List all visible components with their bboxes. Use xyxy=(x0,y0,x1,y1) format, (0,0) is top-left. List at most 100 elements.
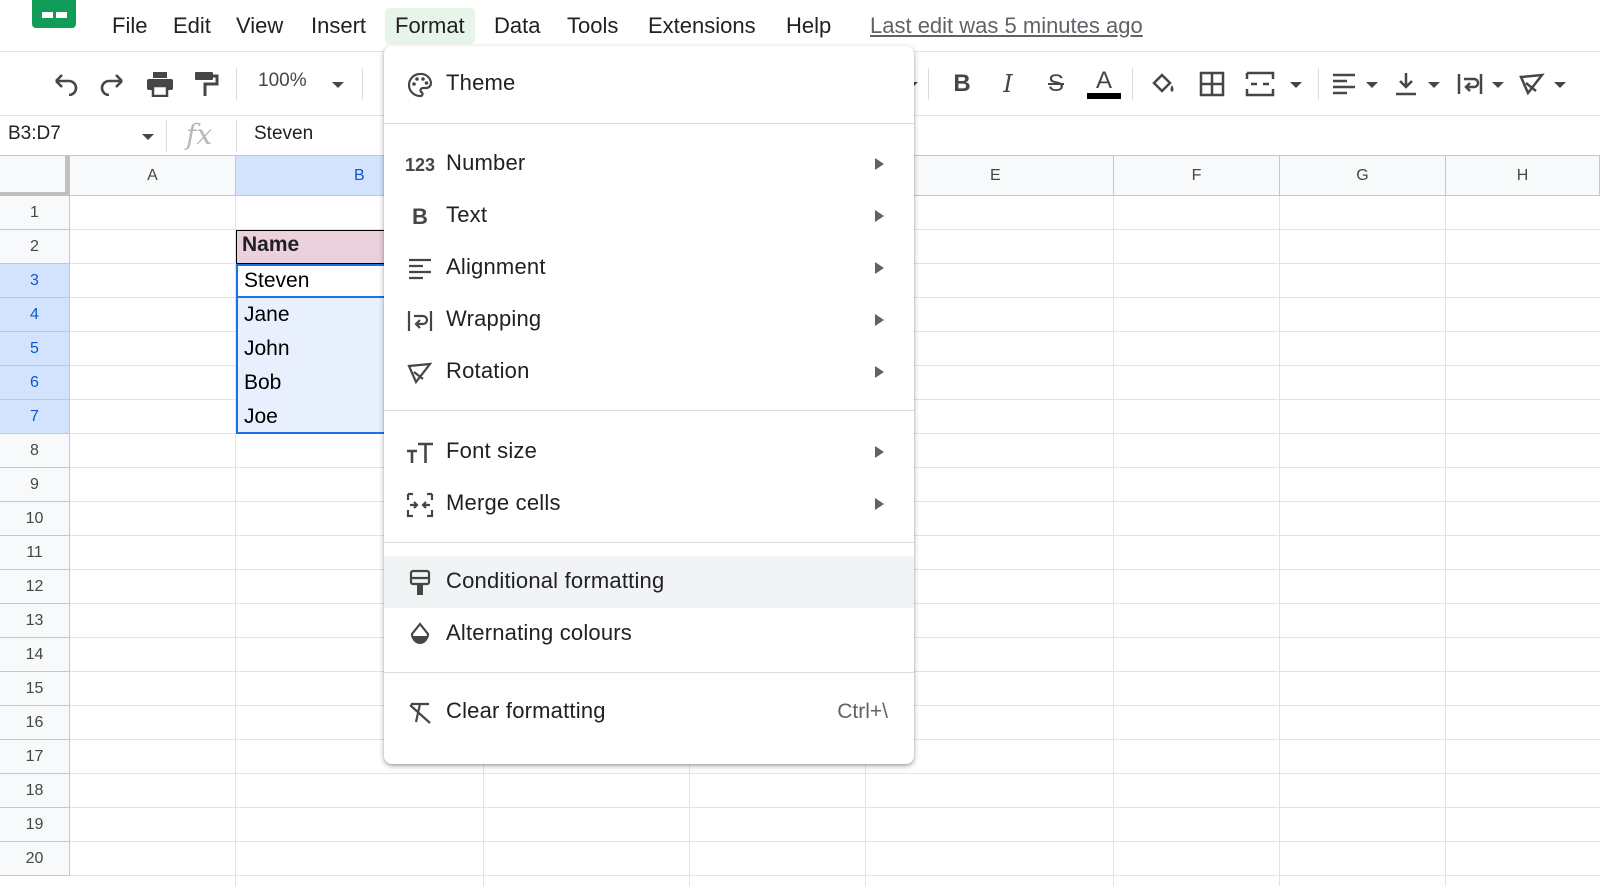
undo-icon[interactable] xyxy=(48,66,84,102)
grid-column-line xyxy=(1445,196,1446,886)
menu-bar: File Edit View Insert Format Data Tools … xyxy=(0,0,1600,52)
menu-view[interactable]: View xyxy=(226,8,293,44)
menu-data[interactable]: Data xyxy=(484,8,550,44)
row-header[interactable]: 16 xyxy=(0,706,70,740)
print-icon[interactable] xyxy=(142,66,178,102)
name-header-cell[interactable]: Name xyxy=(236,230,386,264)
cell-b5[interactable]: John xyxy=(242,332,290,366)
column-header-g[interactable]: G xyxy=(1280,156,1446,196)
row-header[interactable]: 15 xyxy=(0,672,70,706)
last-edit-link[interactable]: Last edit was 5 minutes ago xyxy=(870,8,1143,44)
name-box-caret-icon[interactable] xyxy=(142,134,154,140)
row-header[interactable]: 17 xyxy=(0,740,70,774)
clear-format-icon xyxy=(406,699,434,727)
text-wrapping-icon[interactable] xyxy=(1452,66,1488,102)
menu-item-theme[interactable]: Theme xyxy=(384,58,914,110)
menu-item-alignment[interactable]: Alignment xyxy=(384,242,914,294)
cell-b4[interactable]: Jane xyxy=(242,298,290,332)
paint-roller-icon xyxy=(406,569,434,597)
select-all-corner[interactable] xyxy=(0,156,70,196)
merge-cells-icon[interactable] xyxy=(1242,66,1278,102)
menu-format[interactable]: Format xyxy=(385,8,475,44)
text-color-icon[interactable]: A xyxy=(1086,66,1122,102)
wrap-caret-icon[interactable] xyxy=(1492,82,1504,88)
fill-color-icon[interactable] xyxy=(1146,66,1182,102)
column-header-f[interactable]: F xyxy=(1114,156,1280,196)
menu-file[interactable]: File xyxy=(102,8,157,44)
row-header[interactable]: 6 xyxy=(0,366,70,400)
formula-input[interactable]: Steven xyxy=(254,123,313,145)
row-header[interactable]: 13 xyxy=(0,604,70,638)
menu-extensions[interactable]: Extensions xyxy=(638,8,766,44)
column-header-h[interactable]: H xyxy=(1446,156,1600,196)
row-header[interactable]: 8 xyxy=(0,434,70,468)
bold-b-icon: B xyxy=(412,204,428,229)
palette-icon xyxy=(406,71,434,99)
row-header[interactable]: 5 xyxy=(0,332,70,366)
row-header[interactable]: 1 xyxy=(0,196,70,230)
submenu-arrow-icon xyxy=(875,158,884,170)
menu-edit[interactable]: Edit xyxy=(163,8,221,44)
menu-item-clear-formatting[interactable]: Clear formatting Ctrl+\ xyxy=(384,686,914,738)
wrap-icon xyxy=(406,307,434,335)
clear-formatting-shortcut: Ctrl+\ xyxy=(837,700,888,723)
redo-icon[interactable] xyxy=(94,66,130,102)
row-header[interactable]: 18 xyxy=(0,774,70,808)
font-size-icon xyxy=(406,439,434,467)
column-header-e-label: E xyxy=(990,167,1001,184)
menu-item-alternating-colours[interactable]: Alternating colours xyxy=(384,608,914,660)
menu-label-alignment: Alignment xyxy=(446,254,546,279)
row-header[interactable]: 11 xyxy=(0,536,70,570)
row-header[interactable]: 4 xyxy=(0,298,70,332)
format-menu-dropdown: Theme 123 Number B Text Alignment Wrappi… xyxy=(384,46,914,764)
menu-label-font-size: Font size xyxy=(446,438,538,463)
row-header[interactable]: 20 xyxy=(0,842,70,876)
menu-item-wrapping[interactable]: Wrapping xyxy=(384,294,914,346)
row-header[interactable]: 12 xyxy=(0,570,70,604)
row-header[interactable]: 14 xyxy=(0,638,70,672)
grid-column-line xyxy=(1113,196,1114,886)
submenu-arrow-icon xyxy=(875,446,884,458)
cell-b3[interactable]: Steven xyxy=(242,264,309,298)
zoom-caret-icon[interactable] xyxy=(332,82,344,88)
vertical-align-icon[interactable] xyxy=(1388,66,1424,102)
row-header[interactable]: 3 xyxy=(0,264,70,298)
align-left-icon xyxy=(406,255,434,283)
menu-item-text[interactable]: B Text xyxy=(384,190,914,242)
merge-caret-icon[interactable] xyxy=(1290,82,1302,88)
rotation-caret-icon[interactable] xyxy=(1554,82,1566,88)
row-header[interactable]: 10 xyxy=(0,502,70,536)
merge-icon xyxy=(406,491,434,519)
borders-icon[interactable] xyxy=(1194,66,1230,102)
menu-insert[interactable]: Insert xyxy=(301,8,376,44)
row-header[interactable]: 2 xyxy=(0,230,70,264)
menu-item-number[interactable]: 123 Number xyxy=(384,138,914,190)
bold-icon[interactable]: B xyxy=(944,66,980,102)
v-align-caret-icon[interactable] xyxy=(1428,82,1440,88)
menu-item-merge-cells[interactable]: Merge cells xyxy=(384,478,914,530)
zoom-select[interactable]: 100% xyxy=(258,70,307,92)
submenu-arrow-icon xyxy=(875,314,884,326)
sheets-logo-icon[interactable] xyxy=(32,0,76,28)
strikethrough-icon[interactable]: S xyxy=(1038,66,1074,102)
h-align-caret-icon[interactable] xyxy=(1366,82,1378,88)
name-box[interactable]: B3:D7 xyxy=(8,123,61,145)
menu-label-clear-formatting: Clear formatting xyxy=(446,698,606,723)
grid-row-line xyxy=(70,841,1600,842)
column-header-a[interactable]: A xyxy=(70,156,236,196)
menu-item-font-size[interactable]: Font size xyxy=(384,426,914,478)
menu-tools[interactable]: Tools xyxy=(557,8,628,44)
paint-format-icon[interactable] xyxy=(188,66,224,102)
menu-label-merge-cells: Merge cells xyxy=(446,490,561,515)
menu-item-conditional-formatting[interactable]: Conditional formatting xyxy=(384,556,914,608)
menu-item-rotation[interactable]: Rotation xyxy=(384,346,914,398)
cell-b7[interactable]: Joe xyxy=(242,400,278,434)
row-header[interactable]: 19 xyxy=(0,808,70,842)
menu-help[interactable]: Help xyxy=(776,8,841,44)
text-rotation-icon[interactable] xyxy=(1514,66,1550,102)
horizontal-align-icon[interactable] xyxy=(1326,66,1362,102)
cell-b6[interactable]: Bob xyxy=(242,366,281,400)
row-header[interactable]: 7 xyxy=(0,400,70,434)
italic-icon[interactable]: I xyxy=(990,66,1026,102)
row-header[interactable]: 9 xyxy=(0,468,70,502)
